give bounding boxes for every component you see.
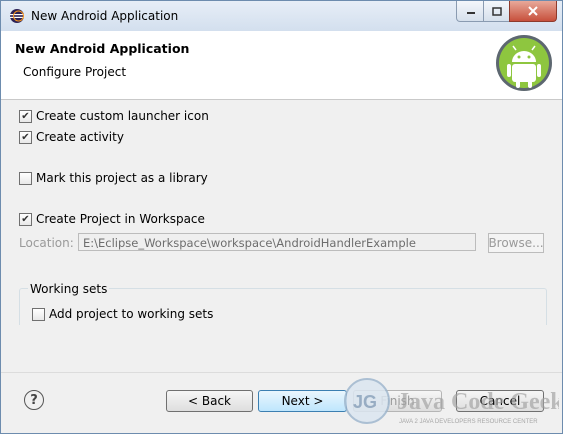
launcher-icon-option[interactable]: ✔ Create custom launcher icon bbox=[19, 109, 209, 123]
close-icon bbox=[528, 6, 538, 16]
library-checkbox[interactable] bbox=[19, 171, 32, 185]
maximize-button[interactable] bbox=[483, 1, 511, 22]
android-logo-icon bbox=[496, 35, 552, 91]
workspace-option[interactable]: ✔ Create Project in Workspace bbox=[19, 212, 205, 226]
workspace-checkbox[interactable]: ✔ bbox=[19, 212, 32, 226]
library-option[interactable]: Mark this project as a library bbox=[19, 171, 208, 185]
minimize-icon bbox=[466, 12, 475, 14]
activity-checkbox[interactable]: ✔ bbox=[19, 130, 32, 144]
dialog-window: New Android Application New Android Appl… bbox=[0, 0, 563, 434]
working-sets-option[interactable]: Add project to working sets bbox=[32, 307, 213, 321]
library-label: Mark this project as a library bbox=[36, 171, 208, 185]
launcher-icon-checkbox[interactable]: ✔ bbox=[19, 109, 32, 123]
page-subtitle: Configure Project bbox=[23, 65, 127, 79]
browse-button[interactable]: Browse... bbox=[488, 233, 544, 253]
next-button[interactable]: Next > bbox=[258, 390, 347, 412]
location-label: Location: bbox=[19, 236, 74, 250]
watermark-tagline: JAVA 2 JAVA DEVELOPERS RESOURCE CENTER bbox=[399, 419, 538, 425]
working-sets-label: Working sets bbox=[28, 282, 110, 296]
page-title: New Android Application bbox=[15, 41, 190, 56]
help-button[interactable]: ? bbox=[24, 390, 44, 410]
back-button[interactable]: < Back bbox=[166, 390, 253, 412]
svg-text:JG: JG bbox=[353, 392, 377, 412]
maximize-icon bbox=[492, 6, 502, 16]
watermark-brand: Java Code Geeks bbox=[397, 389, 559, 415]
window-title: New Android Application bbox=[31, 9, 179, 23]
working-sets-add-label: Add project to working sets bbox=[49, 307, 214, 321]
wizard-content: ✔ Create custom launcher icon ✔ Create a… bbox=[1, 100, 562, 372]
title-bar: New Android Application bbox=[1, 1, 562, 31]
workspace-label: Create Project in Workspace bbox=[36, 212, 205, 226]
minimize-button[interactable] bbox=[456, 1, 485, 22]
wizard-header: New Android Application Configure Projec… bbox=[1, 31, 562, 100]
close-button[interactable] bbox=[509, 1, 557, 22]
activity-option[interactable]: ✔ Create activity bbox=[19, 130, 124, 144]
eclipse-icon bbox=[10, 9, 24, 23]
working-sets-checkbox[interactable] bbox=[32, 307, 45, 321]
location-field[interactable]: E:\Eclipse_Workspace\workspace\AndroidHa… bbox=[78, 233, 476, 251]
launcher-icon-label: Create custom launcher icon bbox=[36, 109, 209, 123]
java-code-geeks-watermark: JG Java Code Geeks JAVA 2 JAVA DEVELOPER… bbox=[344, 378, 559, 425]
activity-label: Create activity bbox=[36, 130, 124, 144]
help-icon: ? bbox=[30, 392, 38, 408]
